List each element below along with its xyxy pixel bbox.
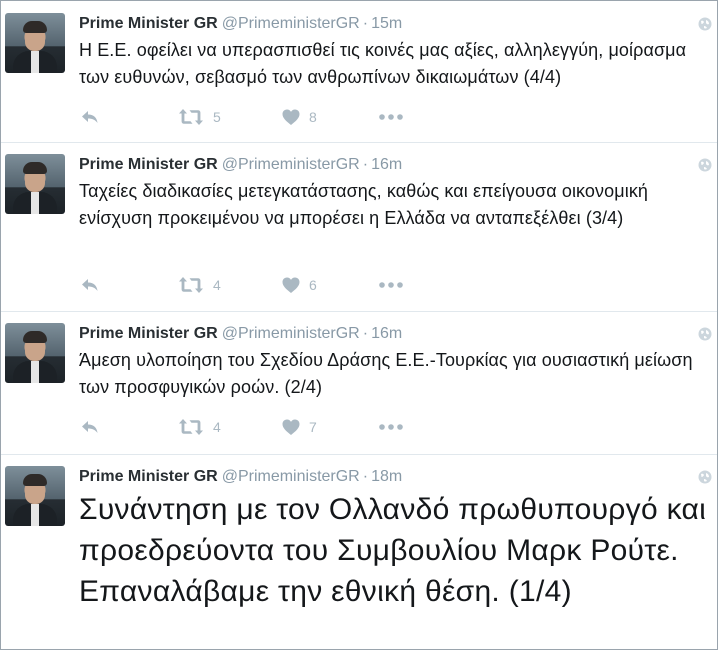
heart-icon bbox=[282, 277, 300, 293]
like-button[interactable]: 6 bbox=[282, 275, 317, 295]
author-handle[interactable]: @PrimeministerGR bbox=[222, 468, 360, 485]
tweet[interactable]: Prime Minister GR @PrimeministerGR · 16m Τα… bbox=[1, 142, 717, 312]
tweet-text: Άμεση υλοποίηση του Σχεδίου Δράσης Ε.Ε.-… bbox=[79, 350, 693, 397]
retweet-icon bbox=[179, 109, 203, 125]
heart-icon bbox=[282, 109, 300, 125]
retweet-count: 4 bbox=[213, 419, 221, 435]
reply-icon bbox=[82, 279, 98, 291]
author-name[interactable]: Prime Minister GR bbox=[79, 325, 218, 342]
tweet-actions: 4 6 bbox=[79, 275, 479, 295]
author-handle[interactable]: @PrimeministerGR bbox=[222, 156, 360, 173]
tweet-text: Συνάντηση με τον Ολλανδό πρωθυπουργό και… bbox=[79, 493, 707, 608]
author-handle[interactable]: @PrimeministerGR bbox=[222, 325, 360, 342]
tweet-text: Ταχείες διαδικασίες μετεγκατάστασης, καθ… bbox=[79, 181, 649, 228]
tweet-text: Η Ε.Ε. οφείλει να υπερασπισθεί τις κοινέ… bbox=[79, 40, 687, 87]
more-icon bbox=[379, 114, 403, 120]
timestamp[interactable]: 16m bbox=[371, 325, 402, 342]
globe-icon[interactable] bbox=[698, 327, 712, 341]
retweet-count: 5 bbox=[213, 109, 221, 125]
more-button[interactable] bbox=[379, 275, 403, 295]
tweet[interactable]: Prime Minister GR @PrimeministerGR · 18m Συ… bbox=[1, 454, 717, 649]
timeline: Prime Minister GR @PrimeministerGR · 15m Η … bbox=[0, 0, 718, 650]
retweet-count: 4 bbox=[213, 277, 221, 293]
avatar[interactable] bbox=[5, 466, 65, 526]
more-button[interactable] bbox=[379, 417, 403, 437]
more-button[interactable] bbox=[379, 107, 403, 127]
reply-button[interactable] bbox=[81, 417, 99, 437]
avatar[interactable] bbox=[5, 154, 65, 214]
author-name[interactable]: Prime Minister GR bbox=[79, 468, 218, 485]
like-count: 8 bbox=[309, 109, 317, 125]
reply-icon bbox=[82, 421, 98, 433]
separator: · bbox=[362, 325, 369, 342]
retweet-icon bbox=[179, 419, 203, 435]
timestamp[interactable]: 18m bbox=[371, 468, 402, 485]
more-icon bbox=[379, 424, 403, 430]
retweet-button[interactable]: 4 bbox=[178, 417, 221, 437]
retweet-button[interactable]: 4 bbox=[178, 275, 221, 295]
globe-icon[interactable] bbox=[698, 17, 712, 31]
tweet-header: Prime Minister GR @PrimeministerGR · 16m bbox=[79, 155, 402, 175]
avatar[interactable] bbox=[5, 13, 65, 73]
more-icon bbox=[379, 282, 403, 288]
tweet-header: Prime Minister GR @PrimeministerGR · 16m bbox=[79, 324, 402, 344]
author-name[interactable]: Prime Minister GR bbox=[79, 15, 218, 32]
tweet[interactable]: Prime Minister GR @PrimeministerGR · 16m Άμ… bbox=[1, 311, 717, 455]
tweet-header: Prime Minister GR @PrimeministerGR · 15m bbox=[79, 14, 402, 34]
retweet-icon bbox=[179, 277, 203, 293]
author-name[interactable]: Prime Minister GR bbox=[79, 156, 218, 173]
retweet-button[interactable]: 5 bbox=[178, 107, 221, 127]
avatar[interactable] bbox=[5, 323, 65, 383]
separator: · bbox=[362, 156, 369, 173]
heart-icon bbox=[282, 419, 300, 435]
tweet[interactable]: Prime Minister GR @PrimeministerGR · 15m Η … bbox=[1, 1, 717, 143]
separator: · bbox=[362, 15, 369, 32]
reply-button[interactable] bbox=[81, 107, 99, 127]
like-button[interactable]: 7 bbox=[282, 417, 317, 437]
timestamp[interactable]: 15m bbox=[371, 15, 402, 32]
separator: · bbox=[362, 468, 369, 485]
author-handle[interactable]: @PrimeministerGR bbox=[222, 15, 360, 32]
reply-icon bbox=[82, 111, 98, 123]
tweet-actions: 4 7 bbox=[79, 417, 479, 437]
globe-icon[interactable] bbox=[698, 470, 712, 484]
globe-icon[interactable] bbox=[698, 158, 712, 172]
reply-button[interactable] bbox=[81, 275, 99, 295]
timestamp[interactable]: 16m bbox=[371, 156, 402, 173]
tweet-header: Prime Minister GR @PrimeministerGR · 18m bbox=[79, 467, 402, 487]
like-button[interactable]: 8 bbox=[282, 107, 317, 127]
like-count: 6 bbox=[309, 277, 317, 293]
like-count: 7 bbox=[309, 419, 317, 435]
tweet-actions: 5 8 bbox=[79, 107, 479, 127]
